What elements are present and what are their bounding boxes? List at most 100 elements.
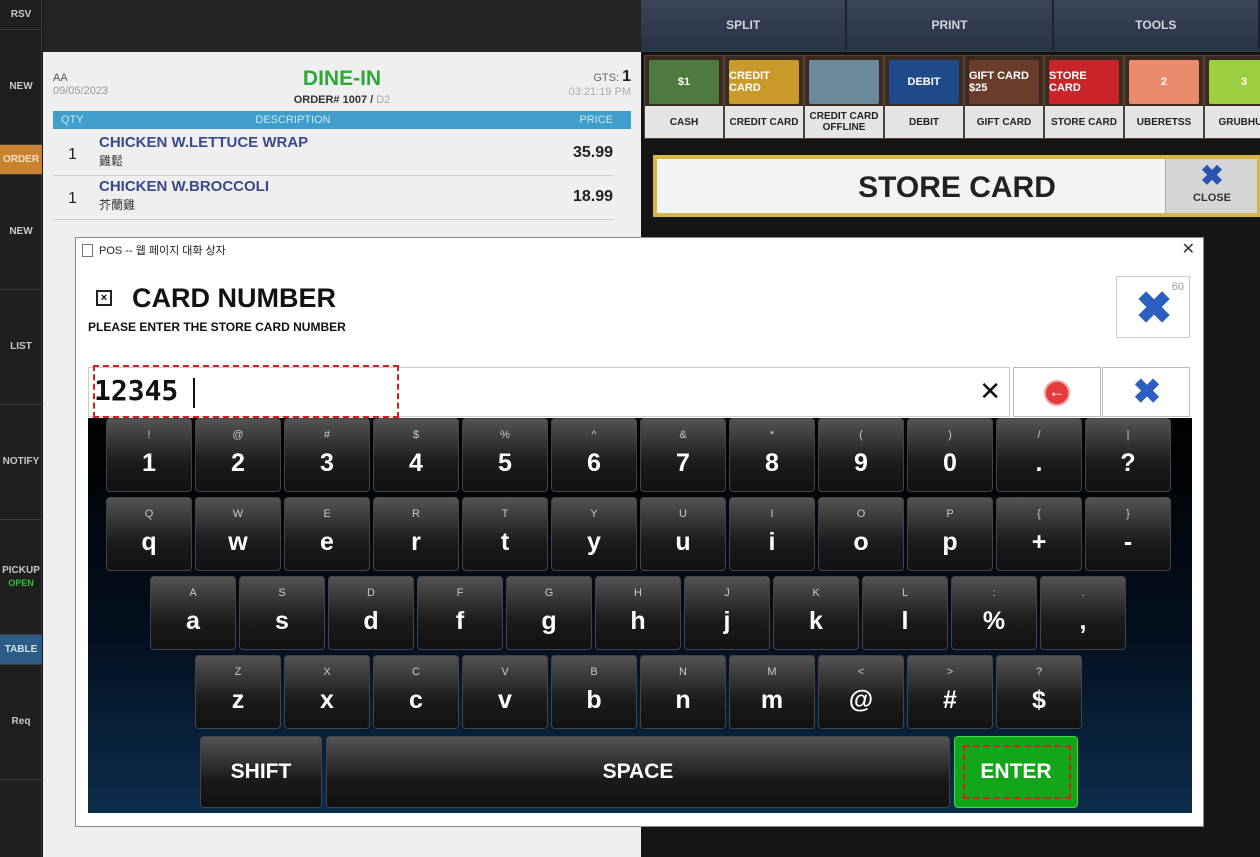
payment-grubhub-button[interactable]: 3GRUBHUB	[1204, 55, 1260, 139]
key-shift-label: L	[901, 587, 909, 599]
payment-card-icon: GIFT CARD $25	[969, 60, 1039, 104]
key-8[interactable]: * 8	[729, 418, 815, 492]
payment-debit-button[interactable]: DEBIT DEBIT	[884, 55, 964, 139]
key-.[interactable]: /.	[996, 418, 1082, 492]
key--[interactable]: } -	[1085, 497, 1171, 571]
key-+[interactable]: {+	[996, 497, 1082, 571]
key-shift-label: J	[724, 587, 730, 599]
key-$[interactable]: ? $	[996, 655, 1082, 729]
payment-label: STORE CARD	[1045, 106, 1123, 138]
space-key[interactable]: SPACE	[326, 736, 950, 808]
key-#[interactable]: > #	[907, 655, 993, 729]
key-9[interactable]: (9	[818, 418, 904, 492]
nav-list[interactable]: LIST	[0, 290, 42, 405]
print-button[interactable]: PRINT	[847, 0, 1054, 50]
key-q[interactable]: Qq	[106, 497, 192, 571]
key-7[interactable]: & 7	[640, 418, 726, 492]
nav-req[interactable]: Req	[0, 665, 42, 780]
key-c[interactable]: Cc	[373, 655, 459, 729]
nav-pickup[interactable]: PICKUP OPEN	[0, 520, 42, 635]
key-main-label: c	[409, 686, 423, 714]
key-h[interactable]: Hh	[595, 576, 681, 650]
key-t[interactable]: Tt	[462, 497, 548, 571]
key-6[interactable]: ^ 6	[551, 418, 637, 492]
key-shift-label: W	[232, 508, 244, 520]
key-main-label: o	[853, 528, 869, 556]
key-p[interactable]: Pp	[907, 497, 993, 571]
payment-store-card-button[interactable]: STORE CARD STORE CARD	[1044, 55, 1124, 139]
key-main-label: ?	[1120, 449, 1136, 477]
key-@[interactable]: < @	[818, 655, 904, 729]
key-shift-label: X	[323, 666, 331, 678]
key-y[interactable]: Yy	[551, 497, 637, 571]
key-m[interactable]: Mm	[729, 655, 815, 729]
backspace-button[interactable]: ←	[1013, 367, 1101, 417]
nav-new[interactable]: NEW	[0, 30, 42, 145]
nav-order[interactable]: ORDER	[0, 145, 42, 175]
key-r[interactable]: Rr	[373, 497, 459, 571]
key-0[interactable]: ) 0	[907, 418, 993, 492]
payment-uberetss-button[interactable]: 2 UBERETSS	[1124, 55, 1204, 139]
payment-gift-card-button[interactable]: GIFT CARD $25 GIFT CARD	[964, 55, 1044, 139]
key-x[interactable]: Xx	[284, 655, 370, 729]
nav-new-2[interactable]: NEW	[0, 175, 42, 290]
key-z[interactable]: Zz	[195, 655, 281, 729]
key-5[interactable]: % 5	[462, 418, 548, 492]
order-type-title: DINE-IN	[302, 67, 382, 90]
key-shift-label: Y	[590, 508, 598, 520]
window-close-icon[interactable]: ✕	[1182, 239, 1195, 259]
key-1[interactable]: ! 1	[106, 418, 192, 492]
key-e[interactable]: Ee	[284, 497, 370, 571]
payment-credit-card-button[interactable]: CREDIT CARD CREDIT CARD	[724, 55, 804, 139]
key-k[interactable]: Kk	[773, 576, 859, 650]
key-j[interactable]: Jj	[684, 576, 770, 650]
key-4[interactable]: $4	[373, 418, 459, 492]
card-icon: ×	[96, 290, 112, 306]
nav-label: NEW	[9, 226, 33, 237]
cancel-button[interactable]: ✖	[1102, 367, 1190, 417]
clear-icon[interactable]: ✕	[979, 376, 1001, 407]
order-item[interactable]: 1 CHICKEN W.BROCCOLI 芥蘭雞 18.99	[53, 176, 613, 220]
key-main-label: @	[848, 686, 874, 714]
key-o[interactable]: Oo	[818, 497, 904, 571]
close-button[interactable]: ✖ CLOSE	[1165, 159, 1257, 213]
key-s[interactable]: Ss	[239, 576, 325, 650]
item-price: 18.99	[572, 188, 613, 205]
key-%[interactable]: :%	[951, 576, 1037, 650]
nav-notify[interactable]: NOTIFY	[0, 405, 42, 520]
key-f[interactable]: Ff	[417, 576, 503, 650]
key-,[interactable]: .,	[1040, 576, 1126, 650]
key-3[interactable]: #3	[284, 418, 370, 492]
payment-cash-button[interactable]: $1 CASH	[644, 55, 724, 139]
enter-key[interactable]: ENTER	[954, 736, 1078, 808]
key-main-label: n	[675, 686, 691, 714]
key-b[interactable]: Bb	[551, 655, 637, 729]
key-g[interactable]: Gg	[506, 576, 592, 650]
key-?[interactable]: |?	[1085, 418, 1171, 492]
nav-table[interactable]: TABLE	[0, 635, 42, 665]
key-main-label: 0	[943, 449, 957, 477]
shift-key[interactable]: SHIFT	[200, 736, 322, 808]
split-button[interactable]: SPLIT	[641, 0, 848, 50]
key-u[interactable]: Uu	[640, 497, 726, 571]
card-number-input[interactable]: 12345 ✕	[88, 365, 1010, 418]
nav-rsv[interactable]: RSV	[0, 0, 42, 30]
payment-label: CREDIT CARD	[725, 106, 803, 138]
payment-label: GRUBHUB	[1205, 106, 1260, 138]
key-a[interactable]: Aa	[150, 576, 236, 650]
payment-label: CASH	[645, 106, 723, 138]
key-v[interactable]: Vv	[462, 655, 548, 729]
tools-button[interactable]: TOOLS	[1053, 0, 1260, 50]
key-l[interactable]: Ll	[862, 576, 948, 650]
order-item[interactable]: 1 CHICKEN W.LETTUCE WRAP 雞鬆 35.99	[53, 132, 613, 176]
timer-close-button[interactable]: 60 ✖	[1116, 276, 1190, 338]
key-w[interactable]: Ww	[195, 497, 281, 571]
key-shift-label: (	[859, 429, 863, 441]
key-2[interactable]: @2	[195, 418, 281, 492]
key-i[interactable]: Ii	[729, 497, 815, 571]
nav-label: NOTIFY	[2, 456, 40, 467]
key-n[interactable]: Nn	[640, 655, 726, 729]
key-d[interactable]: Dd	[328, 576, 414, 650]
payment-credit-card-offline-button[interactable]: CREDIT CARD OFFLINE	[804, 55, 884, 139]
key-main-label: 7	[676, 449, 690, 477]
